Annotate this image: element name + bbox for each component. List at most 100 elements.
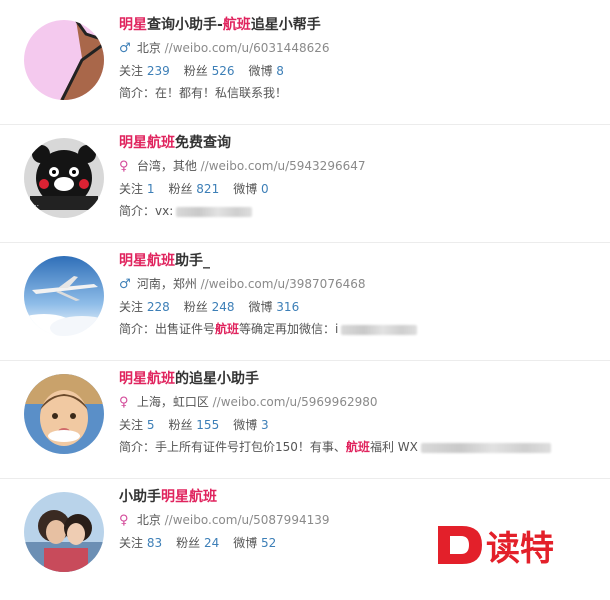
avatar[interactable] xyxy=(24,492,104,572)
user-name-link[interactable]: 明星航班的追星小助手 xyxy=(119,370,551,388)
keyword-highlight: 明星 xyxy=(161,489,189,505)
logo-text: 读特 xyxy=(486,529,554,569)
bio-label: 简介： xyxy=(119,204,156,218)
keyword-highlight: 明星 xyxy=(119,371,147,387)
divider xyxy=(0,478,610,479)
location-text: 台湾，其他 xyxy=(133,159,201,173)
following-count[interactable]: 228 xyxy=(147,300,170,314)
following-label: 关注 xyxy=(119,64,147,78)
stats-row: 关注 239 粉丝 526 微博 8 xyxy=(119,63,330,79)
user-name-link[interactable]: 明星航班助手_ xyxy=(119,252,417,270)
fans-count[interactable]: 248 xyxy=(212,300,235,314)
following-count[interactable]: 1 xyxy=(147,182,155,196)
user-result-card[interactable]: 明星航班的追星小助手 ♀ 上海，虹口区 //weibo.com/u/5969962… xyxy=(0,364,610,482)
redacted-contact xyxy=(341,324,418,335)
stats-row: 关注 5 粉丝 155 微博 3 xyxy=(119,417,551,433)
user-name-link[interactable]: 明星查询小助手-航班追星小帮手 xyxy=(119,16,330,34)
user-result-card[interactable]: … 明星航班免费查询 ♀ 台湾，其他 //weibo.com/u/594329664… xyxy=(0,128,610,246)
bio-row: 简介：vx: xyxy=(119,203,366,219)
profile-link[interactable]: //weibo.com/u/5087994139 xyxy=(165,513,330,527)
location-text: 上海，虹口区 xyxy=(133,395,213,409)
fans-label: 粉丝 xyxy=(168,182,197,196)
bio-label: 简介： xyxy=(119,86,156,100)
bio-row: 简介：手上所有证件号打包价150！有事、航班福利 WX xyxy=(119,439,551,455)
keyword-highlight: 明星 xyxy=(119,17,147,33)
female-icon: ♀ xyxy=(119,395,129,410)
fans-label: 粉丝 xyxy=(168,418,197,432)
dute-logo: 读特 xyxy=(438,526,554,569)
user-name-text: 查询小助手- xyxy=(147,17,223,33)
user-result-card[interactable]: 明星航班助手_ ♂ 河南，郑州 //weibo.com/u/3987076468 关… xyxy=(0,246,610,364)
following-label: 关注 xyxy=(119,300,147,314)
location-row: ♀ 台湾，其他 //weibo.com/u/5943296647 xyxy=(119,158,366,175)
stats-row: 关注 1 粉丝 821 微博 0 xyxy=(119,181,366,197)
fans-count[interactable]: 526 xyxy=(212,64,235,78)
user-name-text: 的追星小助手 xyxy=(175,371,259,387)
keyword-highlight: 航班 xyxy=(147,135,175,151)
following-count[interactable]: 239 xyxy=(147,64,170,78)
user-name-link[interactable]: 小助手明星航班 xyxy=(119,488,330,506)
profile-link[interactable]: //weibo.com/u/6031448626 xyxy=(165,41,330,55)
user-info: 明星查询小助手-航班追星小帮手 ♂ 北京 //weibo.com/u/603144… xyxy=(119,16,330,101)
bio-text: 手上所有证件号打包价150！有事、 xyxy=(155,440,346,454)
location-row: ♀ 上海，虹口区 //weibo.com/u/5969962980 xyxy=(119,394,551,411)
fans-count[interactable]: 24 xyxy=(204,536,219,550)
profile-link[interactable]: //weibo.com/u/5943296647 xyxy=(201,159,366,173)
female-icon: ♀ xyxy=(119,159,129,174)
svg-text:…: … xyxy=(32,200,39,208)
bio-label: 简介： xyxy=(119,440,156,454)
user-info: 明星航班的追星小助手 ♀ 上海，虹口区 //weibo.com/u/5969962… xyxy=(119,370,551,455)
weibo-count[interactable]: 52 xyxy=(261,536,276,550)
following-count[interactable]: 83 xyxy=(147,536,162,550)
following-count[interactable]: 5 xyxy=(147,418,155,432)
location-text: 河南，郑州 xyxy=(133,277,201,291)
weibo-count[interactable]: 8 xyxy=(276,64,284,78)
bio-text: 福利 WX xyxy=(369,440,418,454)
bio-label: 简介： xyxy=(119,322,156,336)
avatar[interactable] xyxy=(24,20,104,100)
avatar[interactable] xyxy=(24,374,104,454)
keyword-highlight: 航班 xyxy=(345,440,370,454)
weibo-count[interactable]: 316 xyxy=(276,300,299,314)
fans-count[interactable]: 821 xyxy=(196,182,219,196)
avatar[interactable]: … xyxy=(24,138,104,218)
location-row: ♂ 北京 //weibo.com/u/6031448626 xyxy=(119,40,330,57)
keyword-highlight: 明星 xyxy=(119,135,147,151)
user-name-text: 助手_ xyxy=(175,253,210,269)
profile-link[interactable]: //weibo.com/u/3987076468 xyxy=(201,277,366,291)
location-text: 北京 xyxy=(133,41,165,55)
divider xyxy=(0,360,610,361)
following-label: 关注 xyxy=(119,536,147,550)
weibo-label: 微博 xyxy=(248,300,277,314)
male-icon: ♂ xyxy=(119,41,131,56)
user-info: 明星航班助手_ ♂ 河南，郑州 //weibo.com/u/3987076468 关… xyxy=(119,252,418,337)
divider xyxy=(0,242,610,243)
keyword-highlight: 航班 xyxy=(147,371,175,387)
user-name-link[interactable]: 明星航班免费查询 xyxy=(119,134,366,152)
weibo-label: 微博 xyxy=(233,536,262,550)
location-row: ♀ 北京 //weibo.com/u/5087994139 xyxy=(119,512,330,529)
following-label: 关注 xyxy=(119,418,147,432)
user-info: 小助手明星航班 ♀ 北京 //weibo.com/u/5087994139 关注 8… xyxy=(119,488,330,551)
bio-text: 出售证件号 xyxy=(155,322,216,336)
weibo-label: 微博 xyxy=(233,182,262,196)
user-result-card[interactable]: 明星查询小助手-航班追星小帮手 ♂ 北京 //weibo.com/u/603144… xyxy=(0,10,610,128)
location-text: 北京 xyxy=(133,513,165,527)
weibo-count[interactable]: 0 xyxy=(261,182,269,196)
weibo-label: 微博 xyxy=(233,418,262,432)
profile-link[interactable]: //weibo.com/u/5969962980 xyxy=(213,395,378,409)
fans-label: 粉丝 xyxy=(176,536,204,550)
keyword-highlight: 航班 xyxy=(215,322,240,336)
bio-row: 简介：在！都有！私信联系我！ xyxy=(119,85,330,101)
female-icon: ♀ xyxy=(119,513,129,528)
stats-row: 关注 228 粉丝 248 微博 316 xyxy=(119,299,417,315)
fans-label: 粉丝 xyxy=(183,300,212,314)
weibo-count[interactable]: 3 xyxy=(261,418,269,432)
keyword-highlight: 明星 xyxy=(119,253,147,269)
bio-text: 在！都有！私信联系我！ xyxy=(155,86,288,100)
fans-count[interactable]: 155 xyxy=(196,418,219,432)
bio-text: 等确定再加微信：i xyxy=(239,322,339,336)
user-name-text: 小助手 xyxy=(119,489,161,505)
stats-row: 关注 83 粉丝 24 微博 52 xyxy=(119,535,330,551)
avatar[interactable] xyxy=(24,256,104,336)
